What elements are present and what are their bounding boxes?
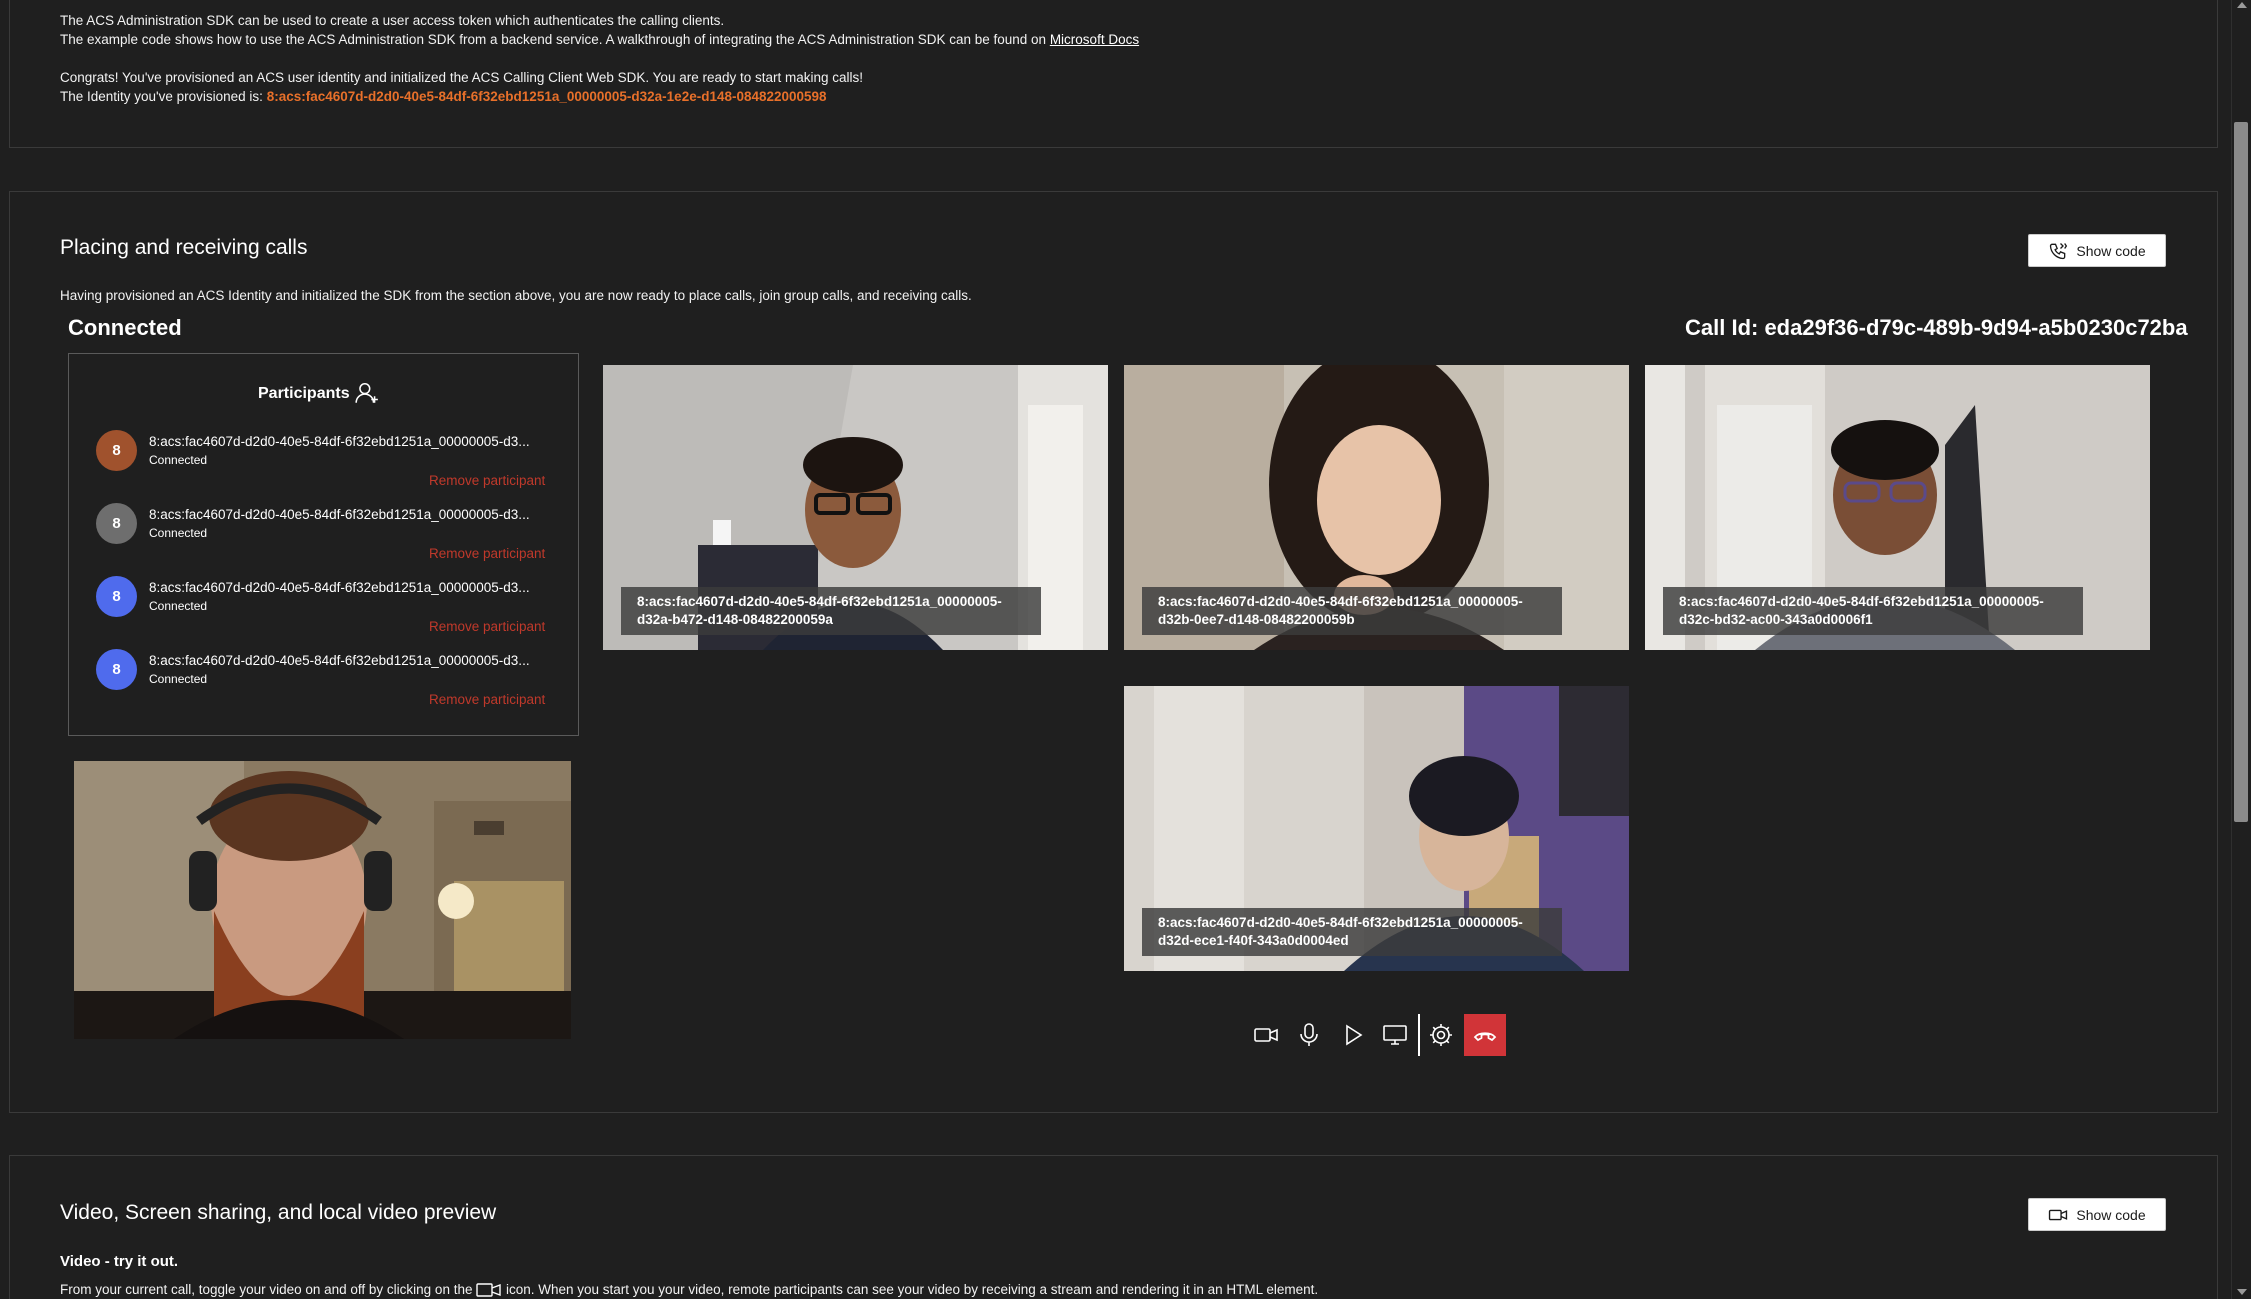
remove-participant-link[interactable]: Remove participant [429, 546, 545, 561]
microsoft-docs-link[interactable]: Microsoft Docs [1050, 32, 1139, 47]
participant-avatar: 8 [96, 503, 137, 544]
identity-prefix: The Identity you've provisioned is: [60, 89, 267, 104]
hang-up-icon [1473, 1032, 1497, 1042]
show-code-label: Show code [2076, 242, 2146, 259]
remote-video-label: 8:acs:fac4607d-d2d0-40e5-84df-6f32ebd125… [1142, 587, 1562, 635]
calls-section-title: Placing and receiving calls [60, 236, 308, 259]
calls-description: Having provisioned an ACS Identity and i… [60, 288, 972, 303]
remote-video-tile: 8:acs:fac4607d-d2d0-40e5-84df-6f32ebd125… [1645, 365, 2150, 650]
calls-show-code-button[interactable]: Show code [2028, 234, 2166, 267]
play-button[interactable] [1332, 1014, 1374, 1056]
video-desc-prefix: From your current call, toggle your vide… [60, 1282, 477, 1297]
add-participant-icon[interactable] [354, 380, 380, 406]
congrats-text: Congrats! You've provisioned an ACS user… [60, 70, 864, 85]
remote-video-label: 8:acs:fac4607d-d2d0-40e5-84df-6f32ebd125… [621, 587, 1041, 635]
participant-status: Connected [149, 526, 208, 540]
local-video-image [74, 761, 571, 1039]
admin-sdk-text: The ACS Administration SDK can be used t… [60, 13, 725, 28]
video-subheading: Video - try it out. [60, 1253, 179, 1270]
participants-panel [68, 353, 579, 736]
video-camera-icon [2049, 1209, 2068, 1220]
walkthrough-prefix: The example code shows how to use the AC… [60, 32, 1050, 47]
call-state: Connected [68, 315, 182, 340]
remote-video-label: 8:acs:fac4607d-d2d0-40e5-84df-6f32ebd125… [1142, 908, 1562, 956]
scroll-down-arrow-icon[interactable] [2237, 1289, 2247, 1295]
remove-participant-link[interactable]: Remove participant [429, 692, 545, 707]
phone-code-icon [2050, 242, 2068, 259]
participant-name: 8:acs:fac4607d-d2d0-40e5-84df-6f32ebd125… [149, 507, 530, 522]
microphone-icon [1300, 1023, 1318, 1046]
remote-video-tile: 8:acs:fac4607d-d2d0-40e5-84df-6f32ebd125… [603, 365, 1108, 650]
remove-participant-link[interactable]: Remove participant [429, 473, 545, 488]
hang-up-button[interactable] [1464, 1014, 1506, 1056]
video-section [9, 1155, 2218, 1299]
participants-title: Participants [258, 385, 350, 402]
scroll-up-arrow-icon[interactable] [2237, 2, 2247, 8]
remove-participant-link[interactable]: Remove participant [429, 619, 545, 634]
participant-status: Connected [149, 672, 208, 686]
remote-video-tile: 8:acs:fac4607d-d2d0-40e5-84df-6f32ebd125… [1124, 365, 1629, 650]
video-camera-icon [476, 1283, 501, 1298]
participant-status: Connected [149, 453, 208, 467]
play-icon [1346, 1024, 1363, 1046]
provisioned-identity: 8:acs:fac4607d-d2d0-40e5-84df-6f32ebd125… [266, 89, 827, 104]
video-camera-icon [1254, 1028, 1278, 1042]
video-show-code-button[interactable]: Show code [2028, 1198, 2166, 1231]
participant-avatar: 8 [96, 576, 137, 617]
screen-share-button[interactable] [1374, 1014, 1416, 1056]
participant-status: Connected [149, 599, 208, 613]
remote-video-label: 8:acs:fac4607d-d2d0-40e5-84df-6f32ebd125… [1663, 587, 2083, 635]
remote-video-tile: 8:acs:fac4607d-d2d0-40e5-84df-6f32ebd125… [1124, 686, 1629, 971]
admin-sdk-walkthrough-text: The example code shows how to use the AC… [60, 30, 1139, 49]
page-scrollbar[interactable] [2231, 0, 2251, 1299]
local-video-preview [74, 761, 571, 1039]
participant-name: 8:acs:fac4607d-d2d0-40e5-84df-6f32ebd125… [149, 580, 530, 595]
video-description: From your current call, toggle your vide… [60, 1282, 1318, 1298]
screen-share-icon [1383, 1025, 1407, 1045]
video-section-title: Video, Screen sharing, and local video p… [60, 1201, 497, 1224]
show-code-label: Show code [2076, 1206, 2146, 1223]
participant-name: 8:acs:fac4607d-d2d0-40e5-84df-6f32ebd125… [149, 653, 530, 668]
gear-icon [1430, 1024, 1452, 1046]
video-desc-suffix: icon. When you start you your video, rem… [502, 1282, 1319, 1297]
toggle-mute-button[interactable] [1288, 1014, 1330, 1056]
settings-button[interactable] [1420, 1014, 1462, 1056]
call-id: Call Id: eda29f36-d79c-489b-9d94-a5b0230… [1685, 315, 2188, 340]
participant-avatar: 8 [96, 430, 137, 471]
identity-line: The Identity you've provisioned is: 8:ac… [60, 87, 827, 106]
toggle-video-button[interactable] [1245, 1014, 1287, 1056]
participant-name: 8:acs:fac4607d-d2d0-40e5-84df-6f32ebd125… [149, 434, 530, 449]
participant-avatar: 8 [96, 649, 137, 690]
scrollbar-thumb[interactable] [2234, 122, 2248, 822]
